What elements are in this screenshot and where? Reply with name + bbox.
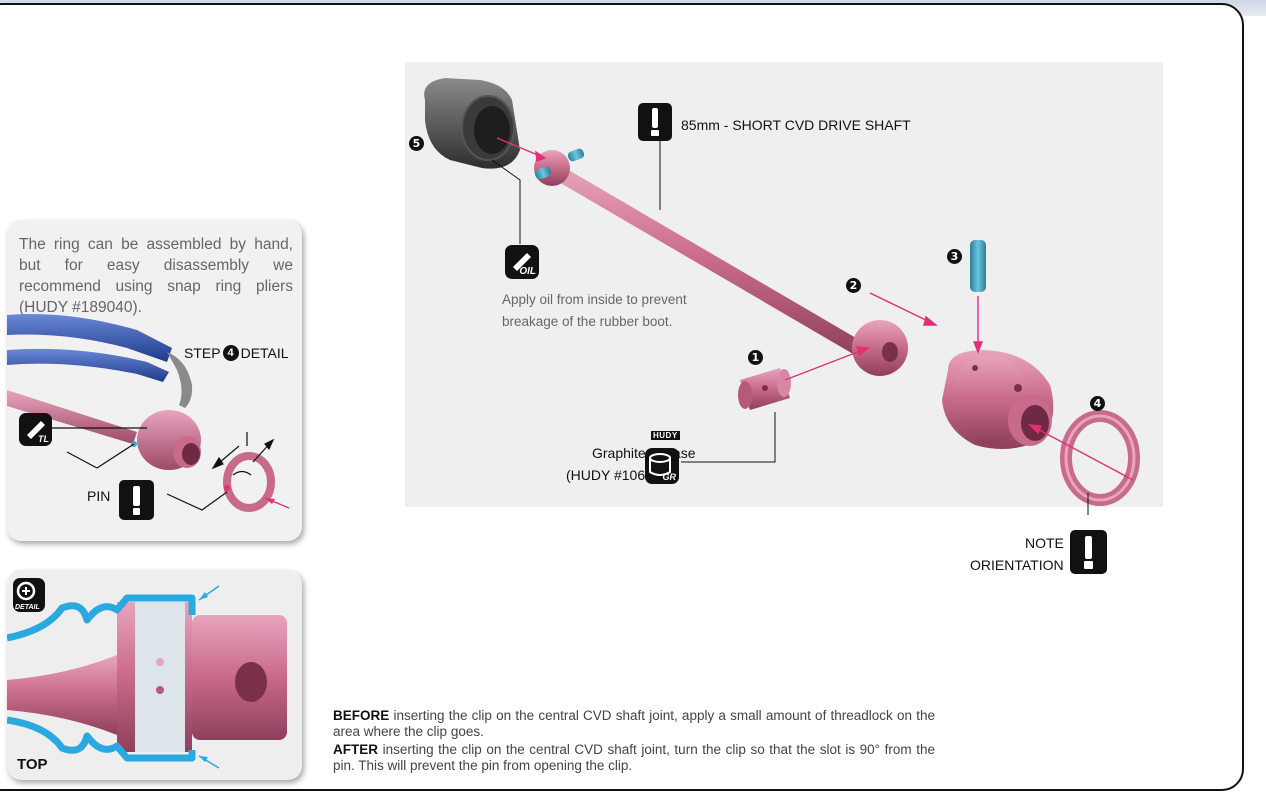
- oil-note-line2: breakage of the rubber boot.: [502, 314, 673, 329]
- threadlock-icon-label: TL: [38, 434, 49, 444]
- top-detail-card: DETAIL TOP: [7, 570, 302, 780]
- step-word: STEP: [184, 345, 221, 361]
- step-number-4: 4: [1090, 396, 1105, 411]
- detail-magnifier-icon: DETAIL: [13, 578, 45, 612]
- detail-word: DETAIL: [240, 345, 289, 361]
- note-line2: ORIENTATION: [970, 557, 1064, 573]
- oil-note-line1: Apply oil from inside to prevent: [502, 292, 687, 307]
- step-number-3: 3: [947, 249, 962, 264]
- oil-icon: OIL: [505, 245, 539, 279]
- clip-ring: [1060, 410, 1140, 506]
- step-number-1: 1: [748, 350, 763, 365]
- hudy-label: HUDY: [651, 431, 680, 440]
- step-number-5: 5: [409, 136, 424, 151]
- cvd-cup: [942, 350, 1054, 449]
- pliers-illustration: [7, 314, 290, 512]
- step-detail-card: The ring can be assembled by hand, but f…: [7, 220, 302, 541]
- step-number-badge: 4: [222, 345, 239, 361]
- before-instruction: BEFORE inserting the clip on the central…: [333, 708, 935, 740]
- rubber-boot: [424, 78, 520, 169]
- grease-icon-label: GR: [662, 472, 677, 482]
- pin-part-3: [970, 240, 986, 292]
- step-number-2: 2: [846, 278, 861, 293]
- note-line1: NOTE: [1025, 535, 1064, 551]
- after-text: inserting the clip on the central CVD sh…: [333, 742, 935, 773]
- shaft-title: 85mm - SHORT CVD DRIVE SHAFT: [681, 117, 911, 133]
- before-bold: BEFORE: [333, 708, 390, 723]
- detail-icon-label: DETAIL: [15, 604, 40, 611]
- pin-warning-icon: [119, 480, 154, 520]
- warning-icon: [638, 103, 672, 141]
- pin-label: PIN: [87, 488, 111, 504]
- drive-shaft: [534, 148, 908, 376]
- oil-icon-label: OIL: [519, 266, 536, 277]
- after-instruction: AFTER inserting the clip on the central …: [333, 742, 935, 774]
- step-detail-label: STEP 4 DETAIL: [184, 345, 289, 361]
- before-text: inserting the clip on the central CVD sh…: [333, 708, 935, 739]
- note-warning-icon: [1070, 530, 1107, 574]
- grease-icon: GR: [645, 448, 679, 484]
- boot-detail-illustration: [7, 585, 287, 769]
- pin-part-1: [738, 368, 791, 410]
- threadlock-icon: TL: [19, 413, 52, 446]
- grease-line1: Graphite Grease: [592, 445, 696, 461]
- after-bold: AFTER: [333, 742, 378, 757]
- top-view-label: TOP: [17, 756, 48, 773]
